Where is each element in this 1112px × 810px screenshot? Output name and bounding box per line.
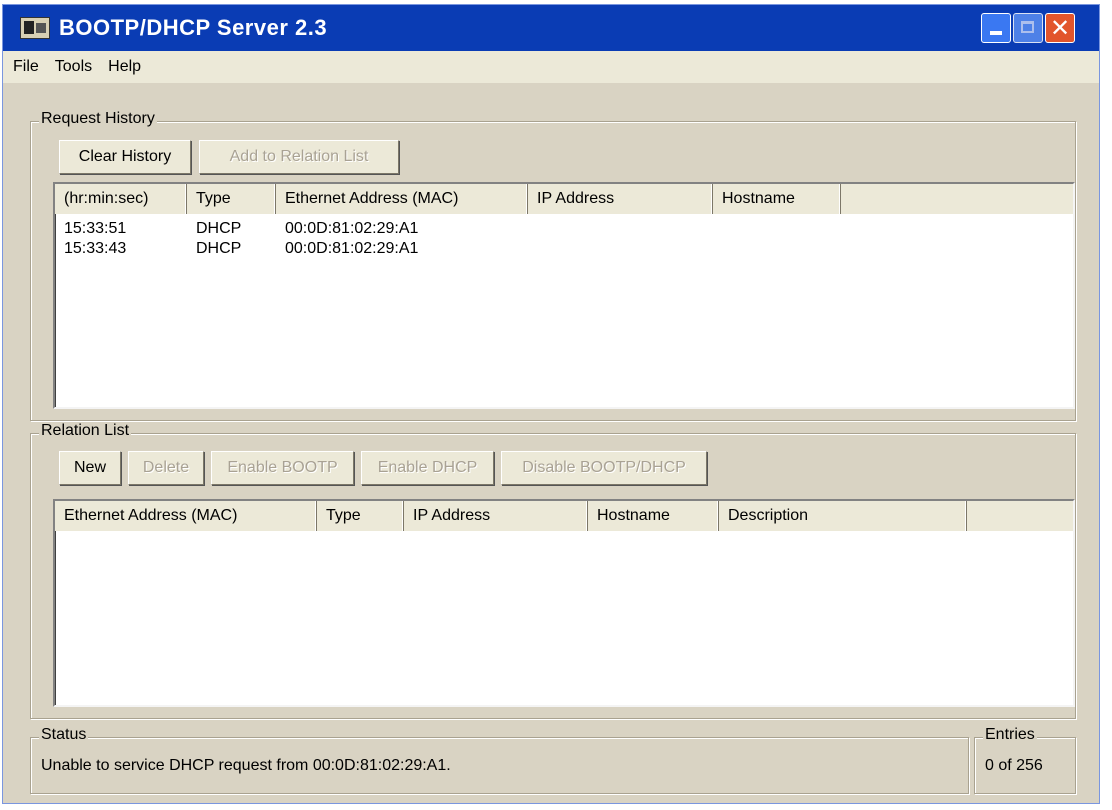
new-button[interactable]: New (59, 451, 121, 485)
column-header-hostname[interactable]: Hostname (588, 501, 719, 531)
relation-list-header: Ethernet Address (MAC) Type IP Address H… (55, 501, 1073, 531)
menu-help[interactable]: Help (100, 58, 149, 76)
add-to-relation-list-button[interactable]: Add to Relation List (199, 140, 399, 174)
cell-type: DHCP (196, 240, 242, 257)
column-header-filler (967, 501, 1073, 531)
window-title: BOOTP/DHCP Server 2.3 (59, 15, 328, 40)
maximize-button[interactable] (1013, 13, 1043, 43)
menu-file[interactable]: File (3, 58, 47, 76)
relation-list-label: Relation List (39, 422, 132, 440)
column-header-hostname[interactable]: Hostname (713, 184, 841, 214)
disable-bootp-dhcp-button[interactable]: Disable BOOTP/DHCP (501, 451, 707, 485)
column-header-mac[interactable]: Ethernet Address (MAC) (55, 501, 317, 531)
menu-bar: File Tools Help (3, 51, 1099, 83)
relation-list[interactable]: Ethernet Address (MAC) Type IP Address H… (53, 499, 1075, 707)
minimize-button[interactable] (981, 13, 1011, 43)
cell-mac: 00:0D:81:02:29:A1 (285, 240, 419, 257)
enable-bootp-button[interactable]: Enable BOOTP (211, 451, 354, 485)
cell-time: 15:33:51 (64, 220, 127, 237)
close-icon: ✕ (1049, 14, 1071, 42)
title-bar[interactable]: BOOTP/DHCP Server 2.3 ✕ (3, 5, 1099, 51)
column-header-mac[interactable]: Ethernet Address (MAC) (276, 184, 528, 214)
column-header-type[interactable]: Type (317, 501, 404, 531)
column-header-filler (841, 184, 1073, 214)
request-history-label: Request History (39, 110, 157, 128)
request-history-list[interactable]: (hr:min:sec) Type Ethernet Address (MAC)… (53, 182, 1075, 409)
entries-label: Entries (983, 726, 1037, 744)
column-header-type[interactable]: Type (187, 184, 276, 214)
entries-count: 0 of 256 (985, 757, 1043, 774)
menu-tools[interactable]: Tools (47, 58, 100, 76)
app-icon[interactable] (20, 17, 50, 39)
clear-history-button[interactable]: Clear History (59, 140, 191, 174)
status-message: Unable to service DHCP request from 00:0… (41, 757, 451, 774)
cell-type: DHCP (196, 220, 242, 237)
relation-list-body (55, 531, 1073, 705)
app-window: BOOTP/DHCP Server 2.3 ✕ File Tools Help … (2, 4, 1100, 804)
enable-dhcp-button[interactable]: Enable DHCP (361, 451, 494, 485)
delete-button[interactable]: Delete (128, 451, 204, 485)
request-history-body: 15:33:51 DHCP 00:0D:81:02:29:A1 15:33:43… (55, 214, 1073, 407)
close-button[interactable]: ✕ (1045, 13, 1075, 43)
column-header-ip[interactable]: IP Address (528, 184, 713, 214)
column-header-ip[interactable]: IP Address (404, 501, 588, 531)
status-label: Status (39, 726, 89, 744)
column-header-time[interactable]: (hr:min:sec) (55, 184, 187, 214)
cell-mac: 00:0D:81:02:29:A1 (285, 220, 419, 237)
request-history-header: (hr:min:sec) Type Ethernet Address (MAC)… (55, 184, 1073, 214)
column-header-description[interactable]: Description (719, 501, 967, 531)
cell-time: 15:33:43 (64, 240, 127, 257)
